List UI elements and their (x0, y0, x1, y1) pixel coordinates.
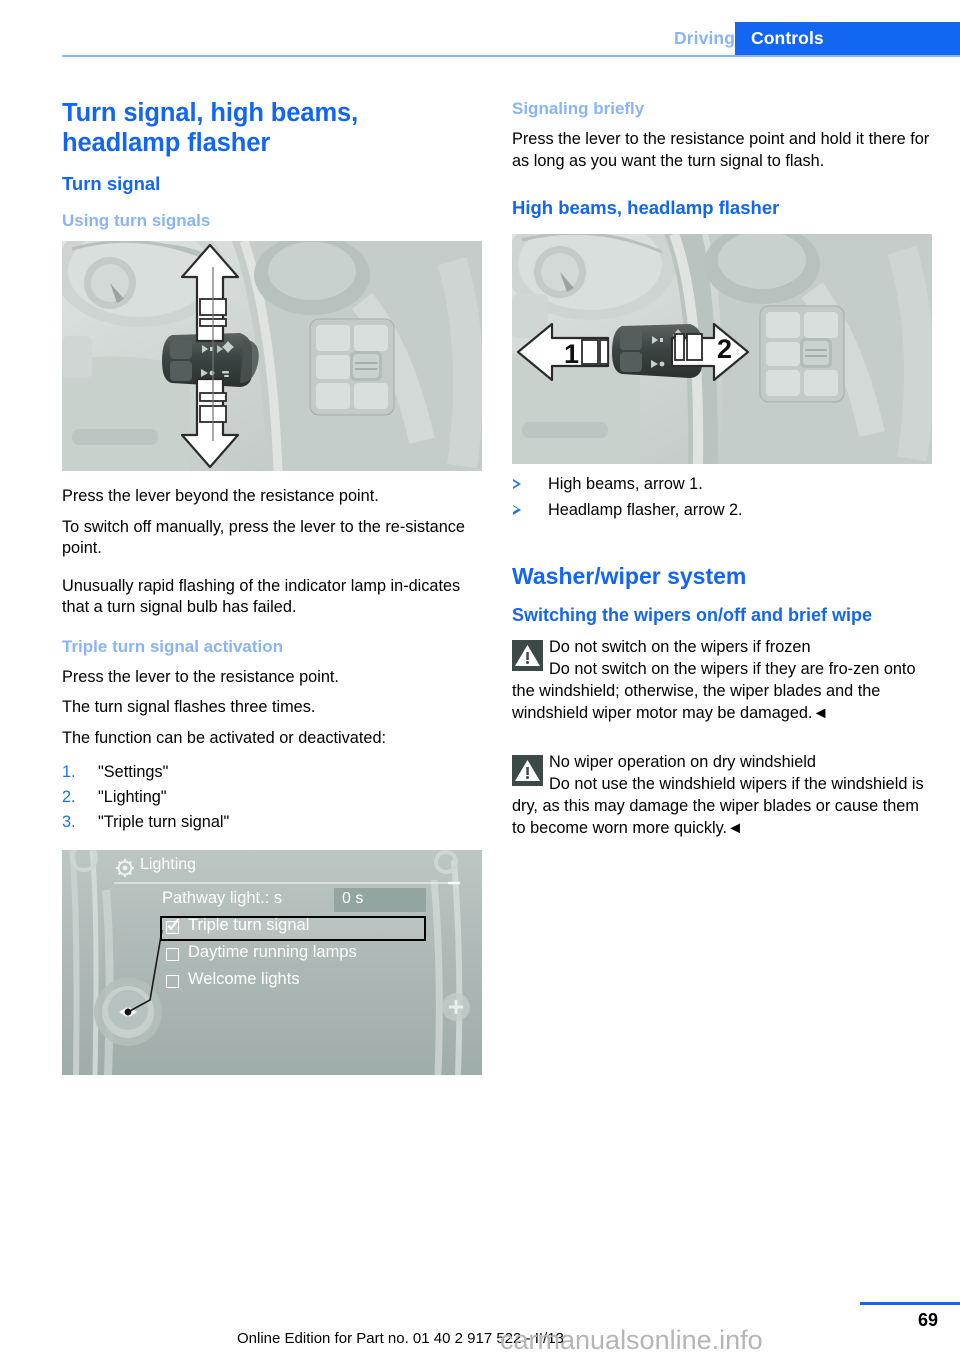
page-header: Driving Controls (0, 0, 960, 62)
warning-title: Do not switch on the wipers if frozen (549, 638, 811, 656)
idrive-title: Lighting (140, 856, 197, 873)
watermark: carmanualsonline.info (500, 1325, 763, 1355)
section-heading-high-beams: High beams, headlamp flasher (512, 197, 780, 218)
tab-driving[interactable]: Driving (674, 28, 735, 49)
list-item: High beams, arrow 1. (512, 472, 932, 498)
idrive-row-welcome-lights[interactable]: Welcome lights (188, 970, 300, 989)
paragraph-triple-3: The function can be activated or deactiv… (62, 728, 387, 747)
paragraph-rapid-flashing: Unusually rapid flashing of the indicato… (62, 576, 461, 617)
figure-idrive-lighting-menu: Lighting 0 s Pathway light.: s Triple tu… (62, 850, 482, 1075)
check-icon (167, 919, 179, 931)
paragraph-press-lever: Press the lever beyond the resistance po… (62, 487, 379, 505)
checkbox-daytime-running-lamps[interactable] (166, 948, 179, 961)
steps-list: 1. "Settings" 2. "Lighting" 3. "Triple t… (62, 760, 482, 835)
idrive-value-text: 0 s (342, 890, 364, 907)
section-heading-washer-wiper: Washer/wiper system (512, 563, 747, 589)
checkbox-welcome-lights[interactable] (166, 975, 179, 988)
triangle-bullet-icon (513, 504, 521, 515)
step-label: "Triple turn signal" (98, 813, 230, 831)
checkbox-triple-turn-signal[interactable] (166, 919, 179, 934)
step-label: "Lighting" (98, 788, 167, 806)
high-beam-bullet-list: High beams, arrow 1. Headlamp flasher, a… (512, 472, 932, 523)
figure-high-beam-lever: 1 2 (512, 234, 932, 464)
list-item: 3. "Triple turn signal" (62, 810, 482, 835)
subsection-heading-signaling-briefly: Signaling briefly (512, 99, 645, 118)
header-divider (62, 55, 960, 57)
right-column: Signaling briefly Press the lever to the… (512, 98, 932, 843)
turn-signal-illustration (62, 241, 482, 471)
list-item: Headlamp flasher, arrow 2. (512, 498, 932, 524)
figure-turn-signal-lever (62, 241, 482, 471)
arrow-label-1: 1 (564, 339, 579, 369)
idrive-background (62, 850, 482, 1075)
idrive-row-daytime-running-lamps[interactable]: Daytime running lamps (188, 943, 357, 962)
step-number: 1. (62, 763, 76, 781)
subsection-heading-triple-turn-signal: Triple turn signal activation (62, 636, 284, 656)
section-heading-turn-signal: Turn signal (62, 173, 161, 194)
step-number: 2. (62, 788, 76, 806)
subsection-heading-using-turn-signals: Using turn signals (62, 211, 211, 230)
step-number: 3. (62, 813, 76, 831)
page-title: Turn signal, high beams, headlamp flashe… (62, 99, 359, 157)
paragraph-triple-1: Press the lever to the resistance point. (62, 667, 339, 686)
bullet-label: Headlamp flasher, arrow 2. (548, 500, 743, 519)
warning-triangle-icon (512, 640, 543, 671)
idrive-row-pathway-light[interactable]: Pathway light.: s (162, 889, 282, 908)
warning-dry-windshield: No wiper operation on dry windshield Do … (512, 751, 932, 839)
warning-triangle-glyph (512, 755, 543, 786)
triangle-bullet-icon (513, 479, 521, 489)
warning-body: Do not use the windshield wipers if the … (512, 775, 924, 837)
list-item: 2. "Lighting" (62, 785, 482, 810)
left-column: Turn signal, high beams, headlamp flashe… (62, 98, 482, 1075)
paragraph-switch-off: To switch off manually, press the lever … (62, 517, 465, 558)
list-item: 1. "Settings" (62, 760, 482, 785)
warning-text: No wiper operation on dry windshield Do … (512, 751, 932, 839)
bullet-label: High beams, arrow 1. (548, 475, 703, 493)
warning-body: Do not switch on the wipers if they are … (512, 660, 916, 722)
tab-controls-label[interactable]: Controls (751, 28, 824, 49)
warning-triangle-icon (512, 755, 543, 786)
warning-title: No wiper operation on dry windshield (549, 753, 816, 771)
page-number: 69 (917, 1310, 938, 1330)
subsection-heading-switching-wipers: Switching the wipers on/off and brief wi… (512, 605, 873, 625)
footer-divider (860, 1302, 960, 1305)
step-label: "Settings" (98, 763, 169, 781)
warning-text: Do not switch on the wipers if frozen Do… (512, 636, 932, 724)
high-beam-illustration: 1 2 (512, 234, 932, 464)
warning-triangle-glyph (512, 640, 543, 671)
paragraph-signaling-briefly: Press the lever to the resistance point … (512, 130, 930, 170)
paragraph-triple-2: The turn signal flashes three times. (62, 698, 316, 716)
idrive-row-triple-turn-signal[interactable]: Triple turn signal (188, 916, 309, 935)
arrow-label-2: 2 (717, 334, 732, 364)
warning-frozen-wipers: Do not switch on the wipers if frozen Do… (512, 636, 932, 724)
